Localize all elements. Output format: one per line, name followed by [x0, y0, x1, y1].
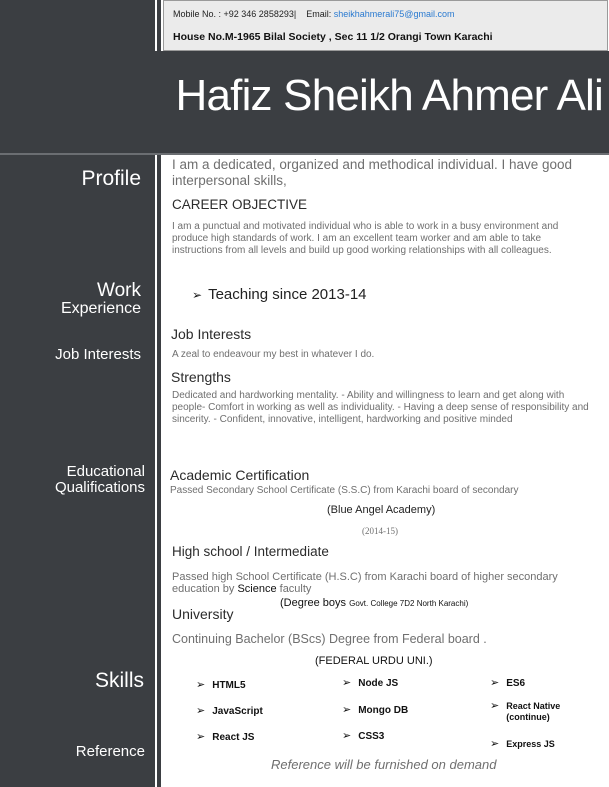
academic-school: (Blue Angel Academy) — [327, 504, 436, 516]
banner-separator — [0, 153, 609, 155]
contact-line: Mobile No. : +92 346 2858293| Email: she… — [173, 9, 454, 19]
skill-item: ➢ CSS3 — [342, 730, 385, 742]
candidate-name: Hafiz Sheikh Ahmer Ali — [175, 71, 604, 120]
high-school-text: Passed high School Certificate (H.S.C) f… — [172, 571, 577, 595]
job-interests-title: Job Interests — [171, 326, 252, 342]
section-heading-reference: Reference — [75, 743, 145, 760]
university-title: University — [172, 606, 234, 622]
strengths-text: Dedicated and hardworking mentality. - A… — [172, 390, 589, 425]
job-interests-text: A zeal to endeavour my best in whatever … — [172, 349, 375, 360]
work-heading-line2: Experience — [60, 299, 141, 317]
college-name: Govt. College 7D2 North Karachi) — [349, 599, 469, 608]
high-school-title: High school / Intermediate — [172, 544, 329, 559]
university-text: Continuing Bachelor (BScs) Degree from F… — [172, 632, 487, 646]
work-item: ➢ Teaching since 2013-14 — [192, 286, 367, 303]
university-name: (FEDERAL URDU UNI.) — [315, 655, 433, 667]
arrow-bullet-icon: ➢ — [490, 700, 500, 712]
arrow-bullet-icon: ➢ — [192, 288, 203, 302]
skill-item: ➢ HTML5 — [196, 679, 246, 691]
section-heading-profile: Profile — [81, 167, 141, 190]
skill-item: ➢ JavaScript — [196, 705, 263, 717]
arrow-bullet-icon: ➢ — [490, 738, 500, 750]
section-heading-skills: Skills — [94, 669, 144, 692]
education-heading-line1: Educational — [66, 463, 145, 480]
section-heading-work: Work Experience — [0, 281, 141, 318]
email-label: Email: — [306, 9, 332, 19]
mobile-number: Mobile No. : +92 346 2858293| — [173, 9, 297, 19]
arrow-bullet-icon: ➢ — [342, 704, 352, 716]
skill-item: ➢ React JS — [196, 731, 255, 743]
reference-text: Reference will be furnished on demand — [271, 757, 497, 772]
email-link[interactable]: sheikhahmerali75@gmail.com — [334, 9, 455, 19]
name-banner: Hafiz Sheikh Ahmer Ali — [0, 51, 609, 153]
high-school-text-part2: faculty — [276, 583, 312, 595]
degree-label: (Degree boys — [280, 597, 347, 609]
work-heading-line1: Work — [97, 280, 141, 301]
work-item-text: Teaching since 2013-14 — [208, 286, 367, 303]
arrow-bullet-icon: ➢ — [490, 677, 500, 689]
academic-text: Passed Secondary School Certificate (S.S… — [170, 485, 519, 496]
career-objective-title: CAREER OBJECTIVE — [172, 197, 308, 212]
arrow-bullet-icon: ➢ — [196, 731, 206, 743]
strengths-title: Strengths — [171, 369, 231, 385]
career-objective-text: I am a punctual and motivated individual… — [172, 221, 559, 256]
skill-item: ➢ React Native (continue) — [490, 700, 561, 723]
skill-item: ➢ Node JS — [342, 677, 399, 689]
academic-years: (2014-15) — [362, 526, 398, 536]
contact-box: Mobile No. : +92 346 2858293| Email: she… — [163, 0, 608, 51]
section-heading-education: Educational Qualifications — [0, 464, 145, 496]
arrow-bullet-icon: ➢ — [342, 677, 352, 689]
address: House No.M-1965 Bilal Society , Sec 11 1… — [173, 31, 493, 43]
high-school-degree: (Degree boys Govt. College 7D2 North Kar… — [280, 597, 468, 609]
profile-intro: I am a dedicated, organized and methodic… — [172, 157, 573, 188]
high-school-text-part1: Passed high School Certificate (H.S.C) f… — [172, 571, 558, 595]
academic-title: Academic Certification — [170, 467, 310, 483]
section-heading-job-interests: Job Interests — [55, 346, 141, 363]
skill-item: ➢ ES6 — [490, 677, 526, 689]
arrow-bullet-icon: ➢ — [196, 679, 206, 691]
high-school-faculty: Science — [237, 583, 277, 595]
arrow-bullet-icon: ➢ — [342, 730, 352, 742]
education-heading-line2: Qualifications — [54, 478, 145, 496]
skill-item: ➢ Express JS — [490, 738, 555, 750]
skill-item: ➢ Mongo DB — [342, 704, 409, 716]
arrow-bullet-icon: ➢ — [196, 705, 206, 717]
